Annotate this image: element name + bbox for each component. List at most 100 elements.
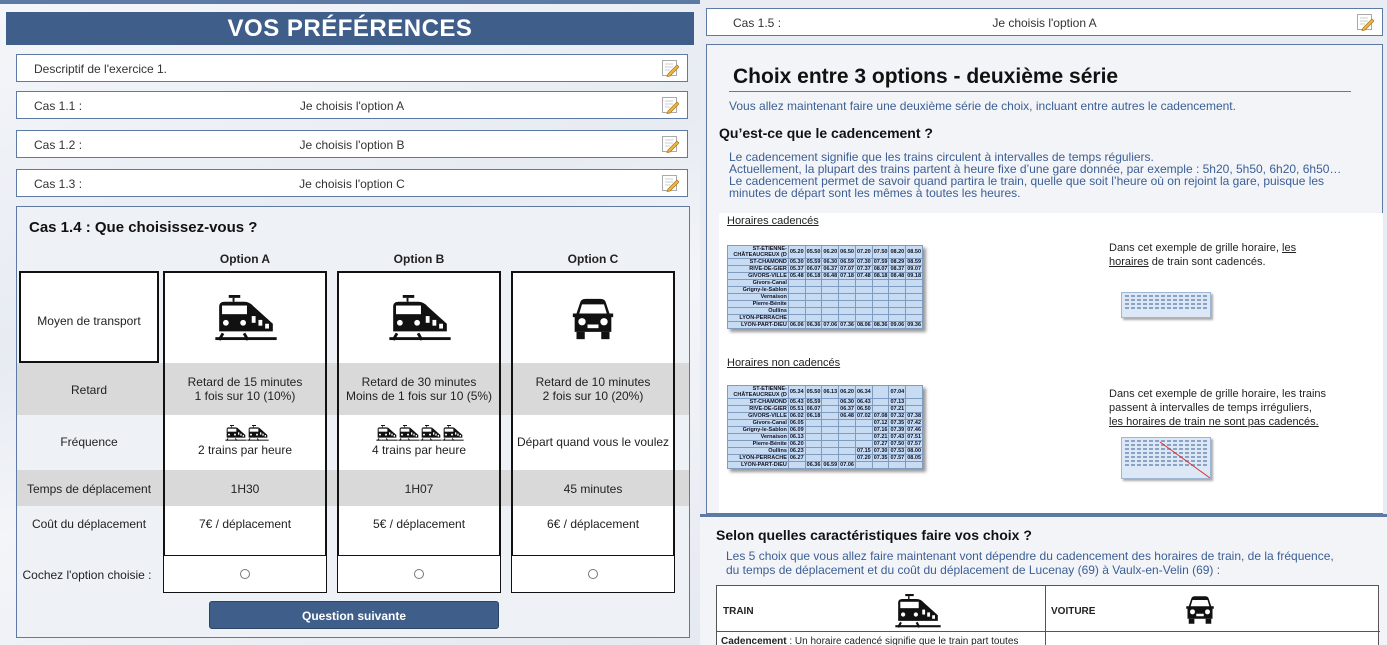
option-a-radio[interactable]: [240, 569, 250, 579]
accordion-cas-1-2[interactable]: Cas 1.2 : Je choisis l'option B: [16, 130, 688, 158]
departure-time: [871, 314, 890, 322]
departure-time: 08.59: [905, 258, 923, 266]
accordion-cas-1-5[interactable]: Cas 1.5 : Je choisis l'option A: [706, 8, 1383, 36]
next-question-button[interactable]: Question suivante: [209, 601, 499, 629]
departure-time: [804, 419, 823, 427]
departure-time: [804, 454, 823, 462]
edit-icon[interactable]: [662, 60, 679, 77]
departure-time: 07.35: [871, 454, 890, 462]
departure-time: 06.13: [821, 385, 840, 399]
departure-time: [871, 461, 890, 469]
schedule-text-non-cadence: Dans cet exemple de grille horaire, les …: [1109, 387, 1329, 429]
departure-time: [871, 385, 890, 399]
departure-time: [804, 293, 823, 301]
departure-time: 09.36: [905, 321, 923, 329]
retard-b: Retard de 30 minutes Moins de 1 fois sur…: [337, 375, 501, 403]
text-part: Dans cet exemple de grille horaire, les …: [1109, 388, 1327, 414]
schedule-row: Vernaison: [727, 293, 923, 301]
departure-time: 07.48: [854, 272, 873, 280]
departure-time: 07.27: [871, 440, 890, 448]
accordion-cas-1-3[interactable]: Cas 1.3 : Je choisis l'option C: [16, 169, 688, 197]
departure-time: [838, 419, 856, 427]
departure-time: 07.43: [888, 433, 907, 441]
departure-time: [787, 286, 806, 294]
departure-time: 05.34: [787, 385, 806, 399]
departure-time: [804, 286, 823, 294]
accordion-cas-1-1[interactable]: Cas 1.1 : Je choisis l'option A: [16, 91, 688, 119]
question-panel: Cas 1.4 : Que choisissez-vous ? Option A…: [16, 206, 690, 638]
cad-text: : Un horaire cadencé signifie que le tra…: [786, 636, 1019, 645]
departure-time: 05.50: [804, 385, 823, 399]
departure-time: 09.18: [905, 272, 923, 280]
departure-time: 07.53: [888, 447, 907, 455]
option-b-radio[interactable]: [414, 569, 424, 579]
retard-c: Retard de 10 minutes 2 fois sur 10 (20%): [511, 375, 675, 403]
departure-time: [854, 314, 873, 322]
departure-time: [854, 279, 873, 287]
cadencement-question: Qu’est-ce que le cadencement ?: [719, 125, 933, 141]
temps-a: 1H30: [230, 482, 260, 496]
schedule-examples: Horaires cadencés ST-ETIENNE-CHÂTEAUCREU…: [719, 213, 1383, 513]
retard-a: Retard de 15 minutes 1 fois sur 10 (10%): [163, 375, 327, 403]
option-c-radio[interactable]: [588, 569, 598, 579]
departure-time: 07.21: [871, 433, 890, 441]
departure-time: 05.43: [787, 398, 806, 406]
title-underline: [729, 91, 1351, 92]
edit-icon[interactable]: [662, 136, 679, 153]
departure-time: 06.36: [804, 461, 823, 469]
accordion-answer: Je choisis l'option B: [299, 138, 405, 152]
departure-time: 07.20: [854, 245, 873, 259]
departure-time: [854, 300, 873, 308]
departure-time: 08.07: [871, 265, 890, 273]
retard-b-line2: Moins de 1 fois sur 10 (5%): [345, 389, 493, 403]
departure-time: 07.20: [854, 454, 873, 462]
departure-time: [821, 440, 840, 448]
departure-time: 06.30: [838, 398, 856, 406]
departure-time: [804, 314, 823, 322]
row-label-temps: Temps de déplacement: [26, 482, 152, 496]
departure-time: 08.50: [905, 245, 923, 259]
choice-b-box: [337, 555, 501, 593]
edit-icon[interactable]: [662, 175, 679, 192]
departure-time: 07.21: [888, 405, 907, 413]
departure-time: 06.18: [804, 272, 823, 280]
departure-time: [888, 461, 907, 469]
departure-time: [888, 293, 907, 301]
departure-time: 08.29: [888, 258, 907, 266]
train-icon: [420, 425, 442, 441]
schedule-row: LYON-PART-DIEU 06.36 06.59 07.06: [727, 461, 923, 469]
station-name: Grigny-le-Sablon: [727, 286, 789, 294]
edit-icon[interactable]: [1357, 14, 1374, 31]
departure-time: [787, 314, 806, 322]
departure-time: 08.05: [905, 454, 923, 462]
departure-time: 08.18: [871, 272, 890, 280]
departure-time: 06.20: [787, 440, 806, 448]
schedule-row: Oullins: [727, 307, 923, 315]
accordion-descriptif[interactable]: Descriptif de l'exercice 1.: [16, 54, 688, 82]
departure-time: 06.37: [821, 265, 840, 273]
departure-time: 06.59: [838, 258, 856, 266]
schedule-row: Pierre-Bénite 06.20 07.27 07.50 07.57: [727, 440, 923, 448]
departure-time: [854, 461, 873, 469]
departure-time: 07.02: [854, 412, 873, 420]
departure-time: 06.18: [804, 412, 823, 420]
cadencement-definition: Cadencement : Un horaire cadencé signifi…: [721, 636, 1041, 645]
departure-time: [804, 440, 823, 448]
station-name: Givors-Canal: [727, 279, 789, 287]
cout-a: 7€ / déplacement: [198, 517, 292, 531]
departure-time: [838, 447, 856, 455]
departure-time: [787, 279, 806, 287]
departure-time: [821, 398, 840, 406]
schedule-row: LYON-PART-DIEU 06.06 06.36 07.06 07.36 08.06 0…: [727, 321, 923, 329]
cout-c: 6€ / déplacement: [546, 517, 640, 531]
departure-time: [821, 447, 840, 455]
departure-time: [821, 307, 840, 315]
station-name: ST-CHAMOND: [727, 258, 789, 266]
edit-icon[interactable]: [662, 97, 679, 114]
schedule-row: Oullins 06.23 07.15 07.30 07.53 08.00: [727, 447, 923, 455]
departure-time: [888, 286, 907, 294]
departure-time: [871, 293, 890, 301]
car-icon: [1185, 596, 1215, 624]
departure-time: [871, 405, 890, 413]
station-name: Oullins: [727, 447, 789, 455]
